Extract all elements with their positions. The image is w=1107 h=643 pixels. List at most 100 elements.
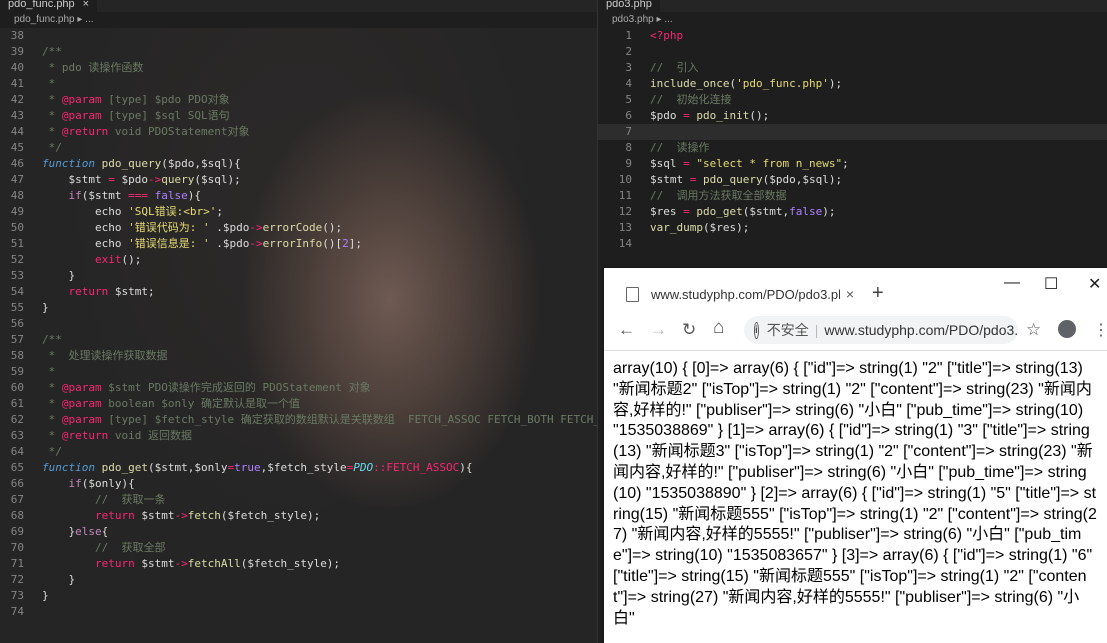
line-number: 66 xyxy=(10,477,24,490)
code-token: ){ xyxy=(459,461,473,474)
breadcrumb[interactable]: pdo3.php ▸ ... xyxy=(598,12,1107,28)
code-line[interactable]: 60 * @param $stmt PDO读操作完成返回的 PDOStateme… xyxy=(0,380,597,396)
line-number: 9 xyxy=(625,157,632,170)
code-line[interactable]: 1 <?php xyxy=(598,28,1107,44)
code-line[interactable]: 12 $res = pdo_get($stmt,false); xyxy=(598,204,1107,220)
code-token: pdo_query xyxy=(703,173,763,186)
line-number: 56 xyxy=(10,317,24,330)
url-text[interactable]: www.studyphp.com/PDO/pdo3.php xyxy=(824,322,1018,338)
code-token: ($stmt, xyxy=(742,205,790,218)
line-text: // 读操作 xyxy=(650,140,710,156)
code-token: // 调用方法获取全部数据 xyxy=(650,189,787,202)
line-text: $pdo = pdo_init(); xyxy=(650,108,769,124)
code-line[interactable]: 14 xyxy=(598,236,1107,252)
code-line[interactable]: 55} xyxy=(0,300,597,316)
code-line[interactable]: 39 /** xyxy=(0,44,597,60)
code-line[interactable]: 8 // 读操作 xyxy=(598,140,1107,156)
code-line[interactable]: 71 return $stmt->fetchAll($fetch_style); xyxy=(0,556,597,572)
code-line[interactable]: 10 $stmt = pdo_query($pdo,$sql); xyxy=(598,172,1107,188)
home-icon[interactable]: ⌂ xyxy=(713,317,724,339)
code-line[interactable]: 13 var_dump($res); xyxy=(598,220,1107,236)
code-line[interactable]: 6 $pdo = pdo_init(); xyxy=(598,108,1107,124)
code-line[interactable]: 68 return $stmt->fetch($fetch_style); xyxy=(0,508,597,524)
code-line[interactable]: 58 * 处理读操作获取数据 xyxy=(0,348,597,364)
reload-icon[interactable]: ↻ xyxy=(682,320,696,340)
line-text: } xyxy=(42,268,75,284)
code-line[interactable]: 11 // 调用方法获取全部数据 xyxy=(598,188,1107,204)
code-line[interactable]: 56 xyxy=(0,316,597,332)
code-line[interactable]: 73} xyxy=(0,588,597,604)
code-line[interactable]: 50 echo '错误代码为: ' .$pdo->errorCode(); xyxy=(0,220,597,236)
code-token: return xyxy=(94,557,135,570)
code-line[interactable]: 66 if($only){ xyxy=(0,476,597,492)
code-token: -> xyxy=(249,221,263,234)
line-number: 4 xyxy=(625,77,632,90)
line-text: return $stmt; xyxy=(42,284,155,300)
code-line[interactable]: 48 if($stmt === false){ xyxy=(0,188,597,204)
code-line[interactable]: 74 xyxy=(0,604,597,620)
code-token: if xyxy=(68,189,82,202)
code-line[interactable]: 52 exit(); xyxy=(0,252,597,268)
bookmark-star-icon[interactable]: ☆ xyxy=(1026,320,1041,340)
profile-avatar[interactable] xyxy=(1058,320,1076,338)
address-bar[interactable]: i 不安全 | www.studyphp.com/PDO/pdo3.php xyxy=(744,316,1018,344)
code-line[interactable]: 4 include_once('pdo_func.php'); xyxy=(598,76,1107,92)
code-line[interactable]: 7 xyxy=(598,124,1107,140)
menu-icon[interactable]: ⋮ xyxy=(1093,320,1107,340)
code-line[interactable]: 46 function pdo_query($pdo,$sql){ xyxy=(0,156,597,172)
left-editor[interactable]: pdo_func.php × pdo_func.php ▸ ... 38 39 /*… xyxy=(0,0,597,643)
tab-pdo3[interactable]: pdo3.php xyxy=(598,0,660,12)
code-token: } xyxy=(42,301,49,314)
code-line[interactable]: 49 echo 'SQL错误:<br>'; xyxy=(0,204,597,220)
code-area[interactable]: 38 39/** 40 * pdo 读操作函数 41 * 42 * @param [ty… xyxy=(0,28,597,620)
code-line[interactable]: 72 } xyxy=(0,572,597,588)
code-line[interactable]: 63 * @return void 返回数据 xyxy=(0,428,597,444)
code-token: '错误代码为: ' xyxy=(128,221,210,234)
code-line[interactable]: 54 return $stmt; xyxy=(0,284,597,300)
code-line[interactable]: 61 * @param boolean $only 确定默认是取一个值 xyxy=(0,396,597,412)
code-line[interactable]: 47 $stmt = $pdo->query($sql); xyxy=(0,172,597,188)
code-line[interactable]: 62 * @param [type] $fetch_style 确定获取的数组默… xyxy=(0,412,597,428)
new-tab-button[interactable]: + xyxy=(872,282,884,305)
info-icon[interactable]: i xyxy=(754,321,759,339)
code-line[interactable]: 57 /** xyxy=(0,332,597,348)
code-line[interactable]: 5 // 初始化连接 xyxy=(598,92,1107,108)
code-line[interactable]: 38 xyxy=(0,28,597,44)
code-token: 2 xyxy=(342,237,349,250)
line-number: 67 xyxy=(10,493,24,506)
code-token: '错误信息是: ' xyxy=(128,237,210,250)
code-area[interactable]: 1 <?php 2 3 // 引入 4 include_once('pdo_func.php… xyxy=(598,28,1107,252)
code-token: (); xyxy=(121,253,142,266)
code-token: = xyxy=(683,157,690,170)
code-line[interactable]: 42 * @param [type] $pdo PDO对象 xyxy=(0,92,597,108)
minimize-button[interactable]: — xyxy=(1004,274,1020,292)
code-line[interactable]: 64 */ xyxy=(0,444,597,460)
code-line[interactable]: 65 function pdo_get($stmt,$only=true,$fet… xyxy=(0,460,597,476)
tab-close-icon[interactable]: × xyxy=(840,286,860,302)
code-line[interactable]: 2 xyxy=(598,44,1107,60)
code-line[interactable]: 44 * @return void PDOStatement对象 xyxy=(0,124,597,140)
code-line[interactable]: 43 * @param [type] $sql SQL语句 xyxy=(0,108,597,124)
code-line[interactable]: 3 // 引入 xyxy=(598,60,1107,76)
tab-pdo-func[interactable]: pdo_func.php × xyxy=(0,0,98,12)
code-line[interactable]: 67 // 获取一条 xyxy=(0,492,597,508)
code-line[interactable]: 9 $sql = "select * from n_news"; xyxy=(598,156,1107,172)
tab-close-icon[interactable]: × xyxy=(83,0,89,12)
code-line[interactable]: 45 */ xyxy=(0,140,597,156)
code-line[interactable]: 51 echo '错误信息是: ' .$pdo->errorInfo()[2]; xyxy=(0,236,597,252)
browser-tab[interactable]: www.studyphp.com/PDO/pdo3.php × xyxy=(612,276,860,312)
line-number: 73 xyxy=(10,589,24,602)
back-icon[interactable]: ← xyxy=(618,320,635,340)
maximize-button[interactable]: ☐ xyxy=(1044,274,1058,294)
code-token: pdo_query xyxy=(101,157,162,170)
code-line[interactable]: 59 * xyxy=(0,364,597,380)
code-line[interactable]: 40 * pdo 读操作函数 xyxy=(0,60,597,76)
code-line[interactable]: 53 } xyxy=(0,268,597,284)
code-line[interactable]: 41 * xyxy=(0,76,597,92)
breadcrumb[interactable]: pdo_func.php ▸ ... xyxy=(0,12,597,28)
code-line[interactable]: 70 // 获取全部 xyxy=(0,540,597,556)
code-line[interactable]: 69 }else{ xyxy=(0,524,597,540)
browser-toolbar: ← → ↻ ⌂ i 不安全 | www.studyphp.com/PDO/pdo… xyxy=(604,312,1107,351)
forward-icon[interactable]: → xyxy=(650,320,667,340)
close-button[interactable]: ✕ xyxy=(1088,274,1101,294)
